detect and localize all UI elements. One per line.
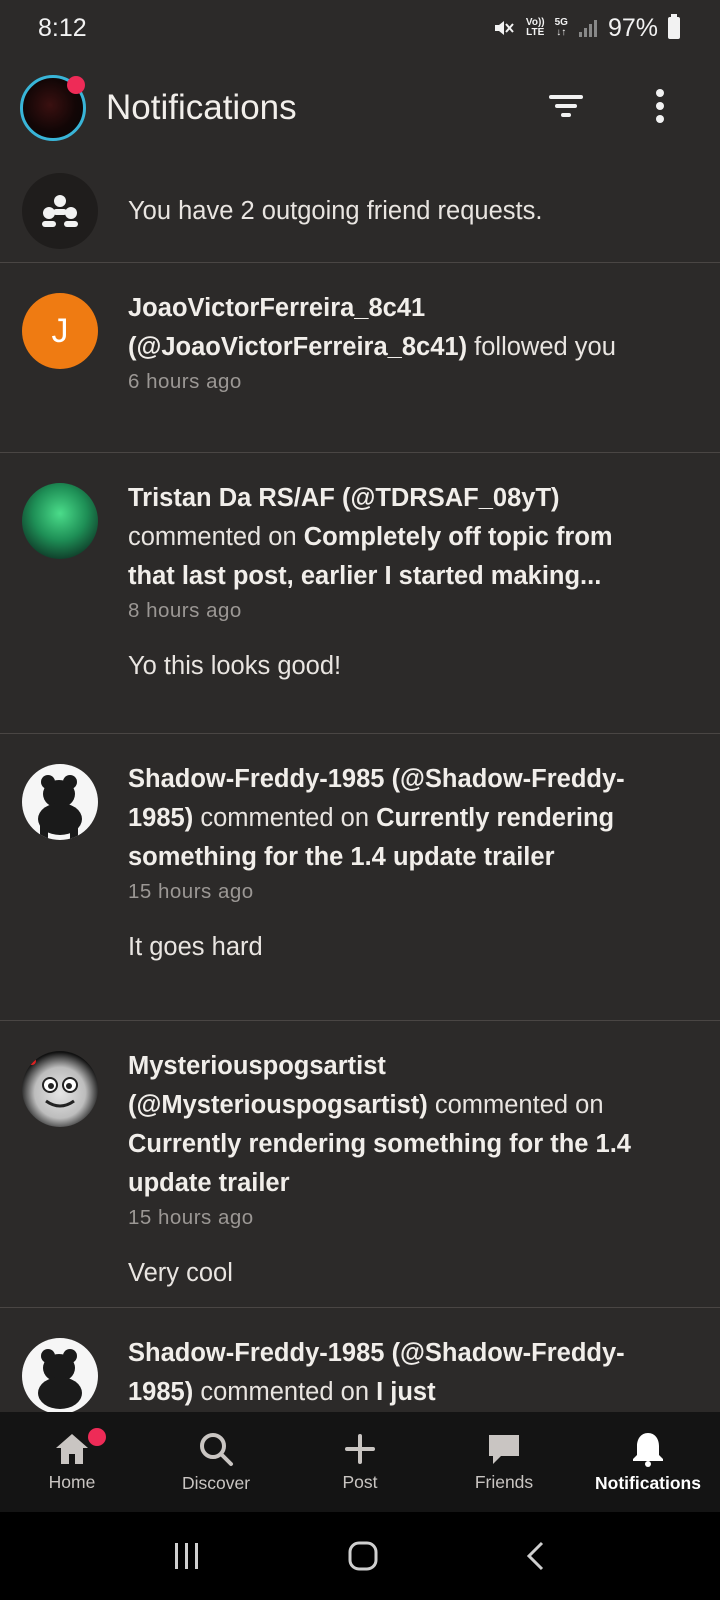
home-badge-dot	[88, 1428, 106, 1446]
user-avatar[interactable]	[22, 764, 98, 840]
notification-body: Mysteriouspogsartist (@Mysteriouspogsart…	[128, 1047, 720, 1307]
notification-body: Shadow-Freddy-1985 (@Shadow-Freddy-1985)…	[128, 760, 720, 1020]
filter-icon	[549, 95, 583, 117]
friend-requests-body: You have 2 outgoing friend requests.	[128, 192, 622, 231]
notification-text: Mysteriouspogsartist (@Mysteriouspogsart…	[128, 1052, 631, 1197]
more-vert-icon	[656, 89, 664, 123]
notification-time: 6 hours ago	[128, 370, 242, 393]
search-icon	[200, 1432, 233, 1466]
status-time: 8:12	[38, 13, 87, 42]
notification-time: 15 hours ago	[128, 880, 254, 903]
status-icons: Vo)) LTE 5G ↓↑ 97%	[492, 14, 680, 43]
battery-percent: 97%	[607, 13, 658, 42]
user-avatar[interactable]	[22, 483, 98, 559]
notification-item[interactable]: J JoaoVictorFerreira_8c41 (@JoaoVictorFe…	[0, 263, 720, 453]
user-name[interactable]: Tristan Da RS/AF (@TDRSAF_08yT)	[128, 484, 560, 512]
system-nav-bar	[0, 1512, 720, 1600]
user-avatar[interactable]	[22, 1051, 98, 1127]
filter-button[interactable]	[546, 86, 586, 126]
notification-item[interactable]: Shadow-Freddy-1985 (@Shadow-Freddy-1985)…	[0, 1308, 720, 1412]
network-5g-icon: 5G ↓↑	[554, 17, 568, 38]
notification-item[interactable]: Mysteriouspogsartist (@Mysteriouspogsart…	[0, 1021, 720, 1308]
notification-body: JoaoVictorFerreira_8c41 (@JoaoVictorFerr…	[128, 289, 720, 452]
recent-apps-icon[interactable]	[172, 1541, 202, 1571]
user-avatar[interactable]: J	[22, 293, 98, 369]
profile-avatar[interactable]	[20, 75, 86, 141]
friends-group-icon	[42, 195, 78, 227]
bottom-nav: Home Discover Post Friends Notifications	[0, 1412, 720, 1512]
battery-icon	[668, 14, 680, 39]
notification-item[interactable]: Shadow-Freddy-1985 (@Shadow-Freddy-1985)…	[0, 734, 720, 1021]
notification-item[interactable]: Tristan Da RS/AF (@TDRSAF_08yT) commente…	[0, 453, 720, 734]
home-button-icon[interactable]	[347, 1540, 379, 1572]
nav-discover[interactable]: Discover	[144, 1412, 288, 1512]
header-actions	[546, 86, 680, 126]
bell-icon	[633, 1432, 663, 1467]
user-name[interactable]: Mysteriouspogsartist (@Mysteriouspogsart…	[128, 1052, 428, 1119]
notification-text: Tristan Da RS/AF (@TDRSAF_08yT) commente…	[128, 484, 613, 590]
notification-time: 15 hours ago	[128, 1206, 254, 1229]
notification-text: JoaoVictorFerreira_8c41 (@JoaoVictorFerr…	[128, 294, 616, 361]
back-icon[interactable]	[524, 1540, 548, 1572]
post-title[interactable]: I just	[376, 1378, 436, 1406]
comment-text: Very cool	[128, 1259, 233, 1287]
status-bar: 8:12 Vo)) LTE 5G ↓↑ 97%	[0, 0, 720, 56]
bear-silhouette-icon	[38, 1349, 82, 1409]
nav-home[interactable]: Home	[0, 1412, 144, 1512]
plus-icon	[345, 1433, 375, 1464]
notification-text: Shadow-Freddy-1985 (@Shadow-Freddy-1985)…	[128, 765, 625, 871]
notification-list[interactable]: You have 2 outgoing friend requests. J J…	[0, 160, 720, 1412]
signal-icon	[578, 20, 597, 37]
chat-bubble-icon	[489, 1434, 519, 1464]
notification-body: Shadow-Freddy-1985 (@Shadow-Freddy-1985)…	[128, 1334, 720, 1412]
face-icon	[28, 1057, 78, 1108]
friends-group-avatar	[22, 173, 98, 249]
post-title[interactable]: Currently rendering something for the 1.…	[128, 1130, 631, 1197]
user-avatar[interactable]	[22, 1338, 98, 1412]
app-header: Notifications	[0, 60, 720, 156]
nav-notifications[interactable]: Notifications	[576, 1412, 720, 1512]
notification-body: Tristan Da RS/AF (@TDRSAF_08yT) commente…	[128, 479, 720, 733]
profile-badge-dot	[67, 76, 85, 94]
more-options-button[interactable]	[640, 86, 680, 126]
mute-icon	[494, 21, 514, 35]
nav-post[interactable]: Post	[288, 1412, 432, 1512]
friend-requests-row[interactable]: You have 2 outgoing friend requests.	[0, 160, 720, 263]
notification-time: 8 hours ago	[128, 599, 242, 622]
page-title: Notifications	[106, 88, 297, 127]
bear-silhouette-icon	[38, 775, 82, 840]
notification-text: Shadow-Freddy-1985 (@Shadow-Freddy-1985)…	[128, 1339, 625, 1406]
user-name[interactable]: JoaoVictorFerreira_8c41 (@JoaoVictorFerr…	[128, 294, 467, 361]
friend-requests-text: You have 2 outgoing friend requests.	[128, 196, 543, 225]
comment-text: It goes hard	[128, 933, 263, 961]
comment-text: Yo this looks good!	[128, 652, 342, 680]
nav-friends[interactable]: Friends	[432, 1412, 576, 1512]
volte-icon: Vo)) LTE	[525, 17, 545, 38]
home-icon	[56, 1433, 88, 1464]
